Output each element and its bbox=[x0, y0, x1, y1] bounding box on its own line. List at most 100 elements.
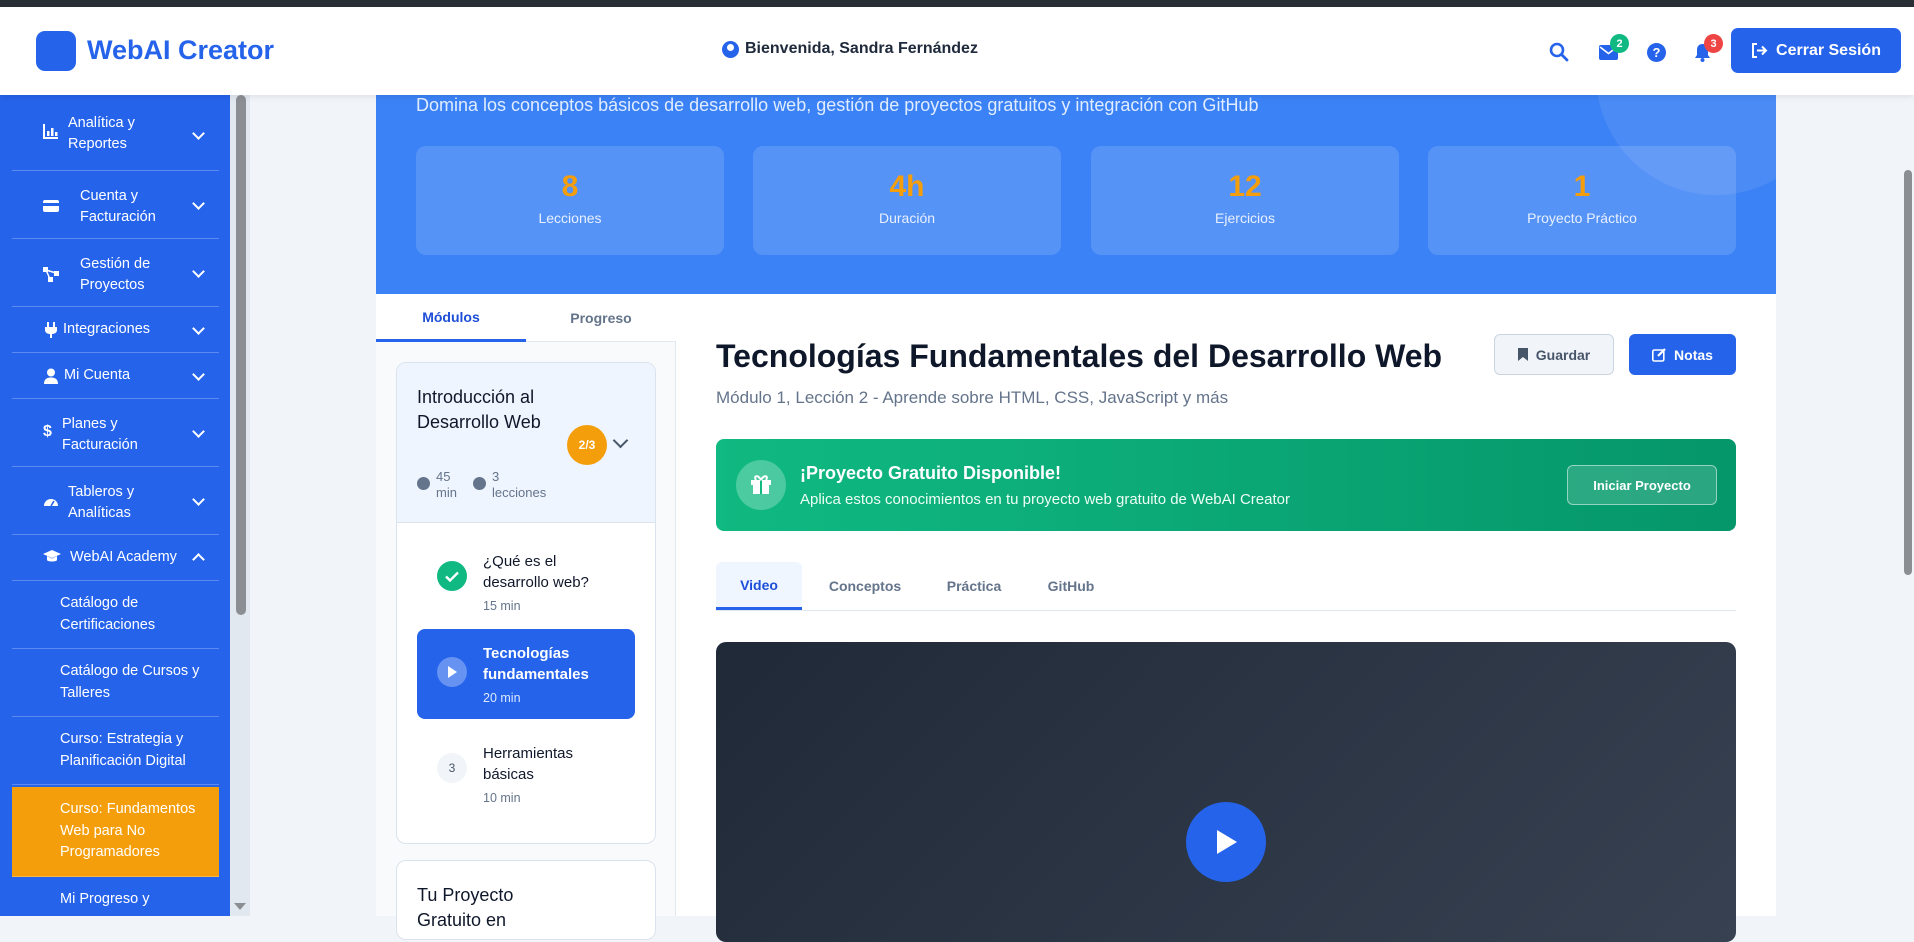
lesson-subtitle: Módulo 1, Lección 2 - Aprende sobre HTML… bbox=[716, 388, 1229, 407]
tab-github[interactable]: GitHub bbox=[1026, 562, 1116, 610]
module-header[interactable]: Introducción al Desarrollo Web 2/3 45 min… bbox=[397, 363, 655, 523]
chevron-down-icon bbox=[192, 493, 205, 506]
sidebar-item-planes[interactable]: $ Planes y Facturación bbox=[12, 399, 219, 467]
sidebar-subitem-progreso[interactable]: Mi Progreso y bbox=[12, 877, 219, 916]
credit-card-icon bbox=[43, 200, 59, 212]
sidebar-subitem-label: Catálogo de Certificaciones bbox=[60, 595, 156, 633]
tab-conceptos[interactable]: Conceptos bbox=[810, 562, 920, 610]
tab-progreso[interactable]: Progreso bbox=[526, 294, 676, 342]
tab-modulos[interactable]: Módulos bbox=[376, 294, 526, 342]
sidebar-scrollbar-thumb[interactable] bbox=[236, 95, 246, 615]
edit-icon bbox=[1652, 347, 1666, 362]
stat-label: Duración bbox=[878, 210, 936, 226]
graduation-cap-icon bbox=[43, 550, 61, 562]
app-name: WebAI Creator bbox=[87, 35, 275, 65]
notes-button[interactable]: Notas bbox=[1629, 334, 1736, 375]
dashboard-icon bbox=[44, 499, 58, 507]
logout-button[interactable]: Cerrar Sesión bbox=[1731, 28, 1901, 73]
chevron-up-icon bbox=[192, 553, 205, 566]
module-duration: 45 min bbox=[436, 469, 457, 500]
sidebar-item-tableros[interactable]: Tableros y Analíticas bbox=[12, 467, 219, 535]
start-project-button[interactable]: Iniciar Proyecto bbox=[1567, 465, 1717, 505]
play-button[interactable] bbox=[1186, 802, 1266, 882]
bookmark-icon bbox=[1517, 348, 1528, 361]
help-button[interactable]: ? bbox=[1644, 40, 1668, 64]
notifications-badge: 3 bbox=[1704, 34, 1723, 53]
notifications-button[interactable]: 3 bbox=[1690, 34, 1723, 64]
lesson-heading: Tecnologías Fundamentales del Desarrollo… bbox=[716, 338, 1443, 374]
sidebar-subitem-certificaciones[interactable]: Catálogo de Certificaciones bbox=[12, 581, 219, 649]
modules-panel: Módulos Progreso Introducción al Desarro… bbox=[376, 294, 676, 940]
free-project-banner: ¡Proyecto Gratuito Disponible! Aplica es… bbox=[716, 439, 1736, 531]
lesson-time: 20 min bbox=[483, 691, 521, 705]
clock-icon bbox=[417, 477, 430, 490]
check-circle-icon bbox=[437, 561, 467, 591]
lesson-time: 10 min bbox=[483, 791, 521, 805]
course-hero: Domina los conceptos básicos de desarrol… bbox=[376, 95, 1776, 294]
stat-label: Proyecto Práctico bbox=[1527, 210, 1637, 226]
sidebar-item-proyectos[interactable]: Gestión de Proyectos bbox=[12, 239, 219, 307]
play-circle-icon bbox=[473, 477, 486, 490]
tab-video[interactable]: Video bbox=[716, 562, 802, 610]
play-icon bbox=[1217, 830, 1237, 854]
play-icon bbox=[437, 657, 467, 687]
lesson-item-completed[interactable]: ¿Qué es el desarrollo web? 15 min bbox=[417, 533, 635, 623]
messages-badge: 2 bbox=[1610, 34, 1629, 53]
lesson-title: Tecnologías fundamentales bbox=[483, 645, 589, 683]
stat-value: 12 bbox=[1228, 170, 1262, 203]
project-card[interactable]: Tu Proyecto Gratuito en bbox=[396, 860, 656, 940]
sidebar-item-cuenta[interactable]: Cuenta y Facturación bbox=[12, 171, 219, 239]
question-circle-icon: ? bbox=[1646, 42, 1666, 62]
chevron-down-icon[interactable] bbox=[612, 432, 629, 449]
sidebar-item-integraciones[interactable]: Integraciones bbox=[12, 307, 219, 353]
chevron-down-icon bbox=[192, 265, 205, 278]
lesson-item-active[interactable]: Tecnologías fundamentales 20 min bbox=[417, 629, 635, 719]
project-diagram-icon bbox=[43, 267, 59, 282]
page-scrollbar-thumb[interactable] bbox=[1904, 170, 1912, 575]
chevron-down-icon bbox=[192, 368, 205, 381]
sidebar-item-analitica[interactable]: Analítica y Reportes bbox=[12, 95, 219, 171]
search-icon bbox=[1549, 42, 1569, 62]
sidebar-item-mi-cuenta[interactable]: Mi Cuenta bbox=[12, 353, 219, 399]
welcome-message: Bienvenida, Sandra Fernández bbox=[722, 40, 978, 58]
stat-value: 4h bbox=[889, 170, 925, 203]
stat-label: Ejercicios bbox=[1215, 210, 1275, 226]
search-button[interactable] bbox=[1547, 40, 1571, 64]
sidebar-subitem-fundamentos[interactable]: Curso: Fundamentos Web para No Programad… bbox=[12, 787, 219, 877]
sign-out-icon bbox=[1752, 43, 1768, 58]
course-description: Domina los conceptos básicos de desarrol… bbox=[416, 95, 1259, 115]
sidebar-item-academy[interactable]: WebAI Academy bbox=[12, 535, 219, 581]
sidebar-item-label: Analítica y Reportes bbox=[68, 115, 135, 152]
gift-icon bbox=[736, 460, 786, 510]
logo-icon bbox=[36, 31, 76, 71]
sidebar-item-label: Tableros y Analíticas bbox=[68, 484, 135, 521]
sidebar-item-label: WebAI Academy bbox=[70, 549, 177, 565]
sidebar-subitem-cursos[interactable]: Catálogo de Cursos y Talleres bbox=[12, 649, 219, 717]
module-title: Introducción al Desarrollo Web bbox=[417, 387, 541, 432]
notes-label: Notas bbox=[1674, 346, 1713, 363]
lesson-time: 15 min bbox=[483, 599, 521, 613]
lesson-content: Tecnologías Fundamentales del Desarrollo… bbox=[676, 294, 1776, 942]
scroll-down-arrow-icon[interactable] bbox=[234, 903, 246, 910]
chevron-down-icon bbox=[192, 425, 205, 438]
lesson-title: Herramientas básicas bbox=[483, 745, 574, 783]
sidebar-item-label: Integraciones bbox=[63, 321, 151, 337]
sidebar-subitem-estrategia[interactable]: Curso: Estrategia y Planificación Digita… bbox=[12, 717, 219, 785]
sidebar-subitem-label: Curso: Fundamentos Web para No Programad… bbox=[60, 801, 196, 860]
user-circle-icon bbox=[722, 40, 739, 58]
sidebar-item-label: Gestión de Proyectos bbox=[80, 256, 151, 293]
sidebar-subitem-label: Mi Progreso y bbox=[60, 891, 150, 907]
stat-value: 1 bbox=[1573, 170, 1591, 203]
project-card-title: Tu Proyecto Gratuito en bbox=[417, 885, 514, 930]
top-header: WebAI Creator Bienvenida, Sandra Fernánd… bbox=[0, 7, 1914, 95]
save-button[interactable]: Guardar bbox=[1494, 334, 1614, 375]
sidebar-item-label: Mi Cuenta bbox=[64, 367, 131, 383]
messages-button[interactable]: 2 bbox=[1596, 34, 1629, 64]
tab-practica[interactable]: Práctica bbox=[924, 562, 1024, 610]
user-icon bbox=[44, 368, 58, 384]
lesson-item-pending[interactable]: 3 Herramientas básicas 10 min bbox=[417, 725, 635, 815]
module-progress-badge: 2/3 bbox=[567, 425, 607, 465]
video-player[interactable] bbox=[716, 642, 1736, 942]
save-label: Guardar bbox=[1535, 346, 1591, 363]
stat-label: Lecciones bbox=[538, 210, 602, 226]
